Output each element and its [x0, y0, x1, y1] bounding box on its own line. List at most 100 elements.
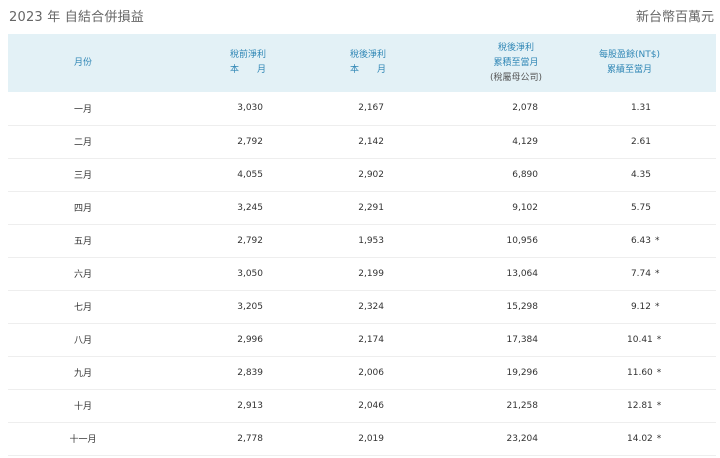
cell-month: 九月 [73, 369, 92, 379]
table-header: 月份 稅前淨利 本 月 稅後淨利 本 月 稅後淨利 累積至當月 (稅屬母公司) [8, 34, 716, 92]
column-header-pretax-title: 稅前淨利 [229, 50, 266, 60]
cell-aftertax: 2,291 [358, 202, 384, 213]
cell-cumulative: 9,102 [512, 202, 538, 213]
cell-cumulative: 23,204 [506, 433, 539, 444]
cell-aftertax: 2,324 [358, 301, 384, 312]
cell-month: 一月 [73, 104, 92, 115]
cell-pretax: 2,778 [237, 433, 263, 444]
cell-month: 七月 [73, 303, 92, 313]
column-header-eps-stack: 每股盈餘(NT$) 累績至當月 [599, 48, 660, 78]
cell-eps-value: 10.41 [627, 334, 653, 345]
column-header-eps-sub: 累績至當月 [606, 65, 652, 75]
column-header-pretax-sub-b: 月 [256, 65, 266, 75]
column-header-pretax-sub-a: 本 [229, 65, 247, 75]
cell-eps: 2.61 [543, 125, 716, 158]
cell-cumulative: 19,296 [506, 367, 539, 378]
cell-eps: 4.35 [543, 158, 716, 191]
cell-month: 二月 [73, 138, 92, 148]
column-header-cumulative: 稅後淨利 累積至當月 (稅屬母公司) [388, 34, 543, 92]
cell-cumulative: 2,078 [512, 103, 538, 114]
column-header-month: 月份 [8, 34, 158, 92]
cell-eps: 14.02 * [543, 422, 716, 455]
cell-eps-star: * [656, 334, 662, 345]
page-title: 2023 年 自結合併損益 [9, 10, 144, 25]
cell-eps-value: 11.60 [627, 367, 653, 378]
cell-eps-star: * [655, 301, 660, 312]
table-row: 三月 4,055 2,902 6,890 4.35 [8, 158, 716, 191]
cell-eps-value: 2.61 [630, 136, 651, 147]
cell-eps-star: * [655, 268, 660, 279]
cell-month: 五月 [73, 237, 92, 247]
cell-eps: 5.75 [543, 191, 716, 224]
table-row: 四月 3,245 2,291 9,102 5.75 [8, 191, 716, 224]
cell-aftertax: 2,046 [358, 400, 384, 411]
table-body: 一月 3,030 2,167 2,078 1.31 二月 2,792 2,142… [8, 92, 716, 455]
table-row: 十月 2,913 2,046 21,258 12.81 * [8, 389, 716, 422]
cell-aftertax: 2,167 [358, 103, 384, 114]
report-header: 2023 年 自結合併損益 新台幣百萬元 [0, 0, 720, 32]
cell-eps-star: * [656, 367, 662, 378]
cell-cumulative: 15,298 [506, 301, 539, 312]
cell-cumulative: 17,384 [506, 334, 539, 345]
table-row: 一月 3,030 2,167 2,078 1.31 [8, 92, 716, 125]
cell-eps: 11.60 * [543, 356, 716, 389]
cell-pretax: 2,996 [237, 334, 263, 345]
consolidated-income-table: 月份 稅前淨利 本 月 稅後淨利 本 月 稅後淨利 累積至當月 (稅屬母公司) [8, 34, 716, 456]
cell-cumulative: 4,129 [512, 136, 538, 147]
cell-eps: 9.12 * [543, 290, 716, 323]
cell-eps-value: 6.43 [630, 235, 651, 246]
table-row: 六月 3,050 2,199 13,064 7.74 * [8, 257, 716, 290]
cell-eps: 7.74 * [543, 257, 716, 290]
cell-aftertax: 2,019 [358, 433, 384, 444]
column-header-pretax-stack: 稅前淨利 本 月 [230, 48, 266, 78]
table-row: 五月 2,792 1,953 10,956 6.43 * [8, 224, 716, 257]
cell-month: 三月 [73, 171, 92, 181]
column-header-aftertax-sub-a: 本 [349, 65, 367, 75]
cell-month: 十月 [73, 402, 92, 412]
cell-aftertax: 1,953 [358, 235, 384, 246]
column-header-pretax-sub: 本 月 [230, 63, 266, 78]
column-header-cumulative-note: (稅屬母公司) [489, 72, 542, 83]
cell-pretax: 3,050 [237, 268, 263, 279]
cell-eps: 12.81 * [543, 389, 716, 422]
cell-month: 十一月 [69, 435, 97, 445]
cell-eps-value: 9.12 [630, 301, 651, 312]
cell-aftertax: 2,902 [358, 169, 384, 180]
table-row: 九月 2,839 2,006 19,296 11.60 * [8, 356, 716, 389]
cell-month: 四月 [73, 204, 92, 214]
cell-eps: 1.31 [543, 92, 716, 125]
cell-eps-value: 5.75 [630, 202, 651, 213]
column-header-pretax: 稅前淨利 本 月 [158, 34, 268, 92]
column-header-eps: 每股盈餘(NT$) 累績至當月 [543, 34, 716, 92]
cell-eps-star: * [656, 400, 662, 411]
cell-aftertax: 2,199 [358, 268, 384, 279]
cell-pretax: 4,055 [237, 169, 263, 180]
cell-eps-value: 1.31 [630, 103, 651, 114]
cell-month: 八月 [73, 336, 92, 346]
table-row: 八月 2,996 2,174 17,384 10.41 * [8, 323, 716, 356]
cell-cumulative: 21,258 [506, 400, 539, 411]
table-row: 十一月 2,778 2,019 23,204 14.02 * [8, 422, 716, 455]
cell-pretax: 2,792 [237, 136, 263, 147]
cell-pretax: 2,913 [237, 400, 263, 411]
cell-pretax: 2,792 [237, 235, 263, 246]
cell-eps: 10.41 * [543, 323, 716, 356]
table-row: 二月 2,792 2,142 4,129 2.61 [8, 125, 716, 158]
column-header-aftertax-sub: 本 月 [350, 63, 386, 78]
cell-eps-value: 4.35 [630, 169, 651, 180]
column-header-cumulative-stack: 稅後淨利 累積至當月 (稅屬母公司) [490, 41, 542, 86]
cell-eps-value: 12.81 [627, 400, 653, 411]
cell-aftertax: 2,142 [358, 136, 384, 147]
column-header-aftertax: 稅後淨利 本 月 [268, 34, 388, 92]
cell-eps-value: 14.02 [627, 433, 653, 444]
table-header-row: 月份 稅前淨利 本 月 稅後淨利 本 月 稅後淨利 累積至當月 (稅屬母公司) [8, 34, 716, 92]
table-row: 七月 3,205 2,324 15,298 9.12 * [8, 290, 716, 323]
column-header-aftertax-title: 稅後淨利 [349, 50, 386, 60]
cell-cumulative: 6,890 [512, 169, 538, 180]
cell-eps-star: * [656, 433, 662, 444]
cell-cumulative: 13,064 [506, 268, 539, 279]
cell-aftertax: 2,174 [358, 334, 384, 345]
column-header-aftertax-stack: 稅後淨利 本 月 [350, 48, 386, 78]
cell-pretax: 2,839 [237, 367, 263, 378]
cell-aftertax: 2,006 [358, 367, 384, 378]
